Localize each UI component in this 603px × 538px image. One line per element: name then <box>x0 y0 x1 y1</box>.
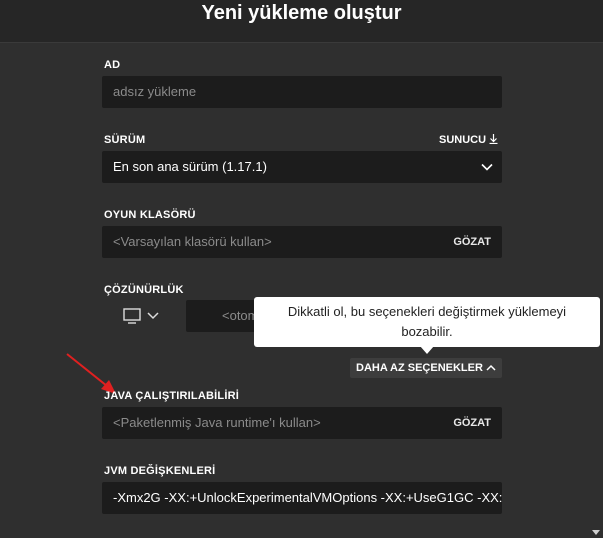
dialog-title: Yeni yükleme oluştur <box>201 2 402 24</box>
less-options-button[interactable]: DAHA AZ SEÇENEKLER <box>350 358 502 378</box>
resolution-label: ÇÖZÜNÜRLÜK <box>104 284 184 296</box>
jvm-label: JVM DEĞİŞKENLERİ <box>104 465 216 477</box>
monitor-icon <box>123 308 141 324</box>
warning-tooltip: Dikkatli ol, bu seçenekleri değiştirmek … <box>254 297 600 347</box>
version-label: SÜRÜM <box>104 134 146 146</box>
java-label: JAVA ÇALIŞTIRILABİLİRİ <box>104 390 239 402</box>
resolution-preset-dropdown[interactable] <box>123 308 163 326</box>
dialog-header: Yeni yükleme oluştur <box>0 0 603 43</box>
name-label: AD <box>104 59 121 71</box>
chevron-up-icon <box>486 364 496 371</box>
java-browse-button[interactable]: GÖZAT <box>453 407 491 439</box>
game-dir-input[interactable]: <Varsayılan klasörü kullan> GÖZAT <box>102 226 502 258</box>
jvm-arguments-value: -Xmx2G -XX:+UnlockExperimentalVMOptions … <box>113 490 502 505</box>
java-placeholder: <Paketlenmiş Java runtime'ı kullan> <box>113 415 321 430</box>
download-icon <box>489 134 498 145</box>
name-placeholder: adsız yükleme <box>113 84 197 99</box>
tooltip-arrow <box>420 346 434 354</box>
less-options-label: DAHA AZ SEÇENEKLER <box>356 362 483 374</box>
tooltip-line-2: bozabilir. <box>401 324 453 339</box>
version-selected: En son ana sürüm (1.17.1) <box>113 159 267 174</box>
chevron-down-icon <box>147 312 159 320</box>
tooltip-line-1: Dikkatli ol, bu seçenekleri değiştirmek … <box>287 304 567 319</box>
game-dir-placeholder: <Varsayılan klasörü kullan> <box>113 234 272 249</box>
game-dir-browse-button[interactable]: GÖZAT <box>453 226 491 258</box>
server-label: SUNUCU <box>439 134 487 146</box>
server-button[interactable]: SUNUCU <box>439 134 498 146</box>
name-input[interactable]: adsız yükleme <box>102 76 502 108</box>
game-dir-label: OYUN KLASÖRÜ <box>104 209 196 221</box>
java-input[interactable]: <Paketlenmiş Java runtime'ı kullan> GÖZA… <box>102 407 502 439</box>
chevron-down-icon <box>481 163 493 171</box>
jvm-arguments-input[interactable]: -Xmx2G -XX:+UnlockExperimentalVMOptions … <box>102 482 502 514</box>
scroll-down-arrow-icon[interactable] <box>592 530 600 535</box>
version-select[interactable]: En son ana sürüm (1.17.1) <box>102 151 502 183</box>
